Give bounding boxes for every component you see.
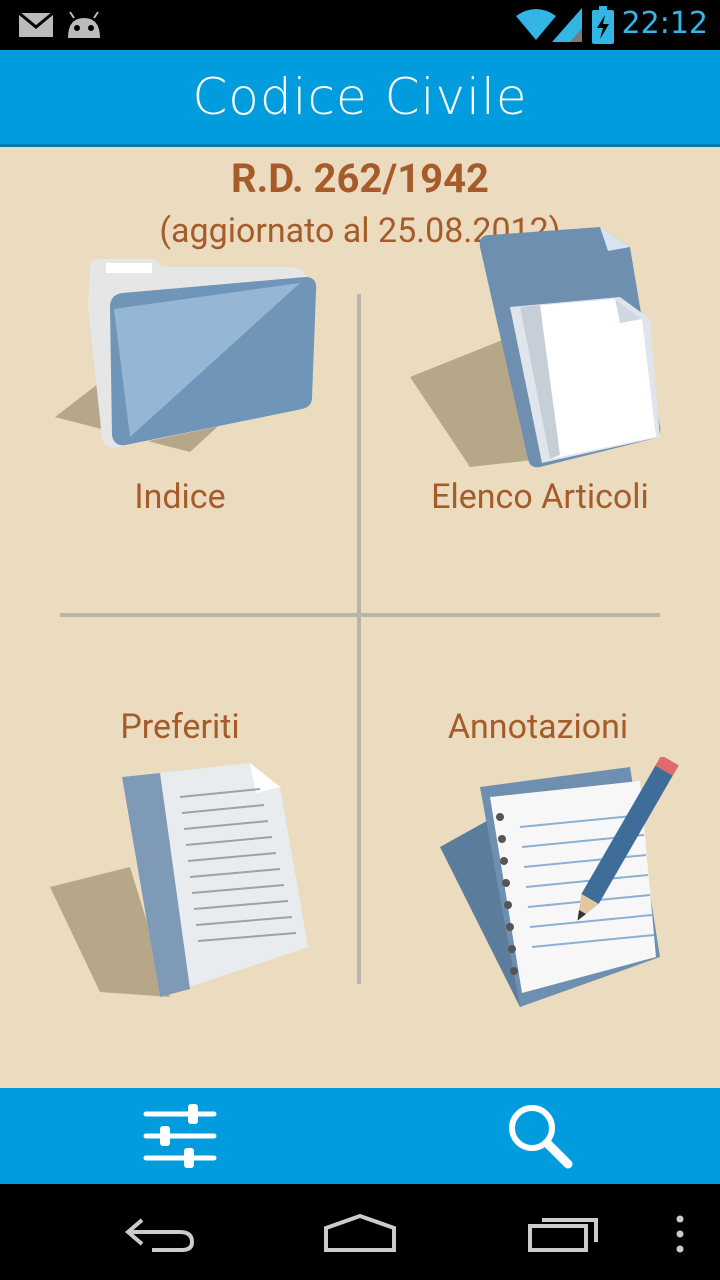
app-title: Codice Civile — [192, 68, 528, 126]
tile-label-preferiti: Preferiti — [120, 707, 240, 747]
navigation-bar — [0, 1184, 720, 1280]
signal-icon — [552, 8, 582, 42]
home-icon[interactable] — [322, 1212, 398, 1254]
back-icon[interactable] — [122, 1212, 196, 1254]
status-bar: 22:12 — [0, 0, 720, 50]
status-time: 22:12 — [621, 6, 708, 41]
bottom-toolbar — [0, 1088, 720, 1184]
tile-label-annotazioni: Annotazioni — [447, 707, 629, 747]
overflow-menu-icon[interactable] — [672, 1214, 688, 1254]
vertical-divider — [357, 294, 361, 984]
folder-icon — [55, 259, 317, 452]
tile-label-indice: Indice — [134, 477, 226, 517]
document-icon — [50, 763, 308, 997]
documents-icon — [410, 227, 661, 468]
settings-sliders-icon[interactable] — [142, 1098, 218, 1174]
action-bar: Codice Civile — [0, 50, 720, 147]
tile-label-elenco-articoli: Elenco Articoli — [431, 477, 649, 517]
law-reference: R.D. 262/1942 — [231, 155, 489, 202]
tile-annotazioni[interactable]: Annotazioni — [380, 707, 700, 1017]
battery-charging-icon — [592, 6, 614, 44]
recent-apps-icon[interactable] — [526, 1212, 600, 1254]
tile-preferiti[interactable]: Preferiti — [40, 707, 340, 1007]
tile-elenco-articoli[interactable]: Elenco Articoli — [380, 227, 700, 537]
horizontal-divider — [60, 613, 660, 617]
android-icon — [68, 11, 100, 38]
notepad-pencil-icon — [440, 757, 679, 1007]
wifi-icon — [516, 9, 556, 40]
tile-indice[interactable]: Indice — [40, 247, 340, 537]
gmail-icon — [18, 12, 54, 37]
search-icon[interactable] — [504, 1100, 576, 1172]
main-content: R.D. 262/1942 (aggiornato al 25.08.2012)… — [0, 147, 720, 1088]
